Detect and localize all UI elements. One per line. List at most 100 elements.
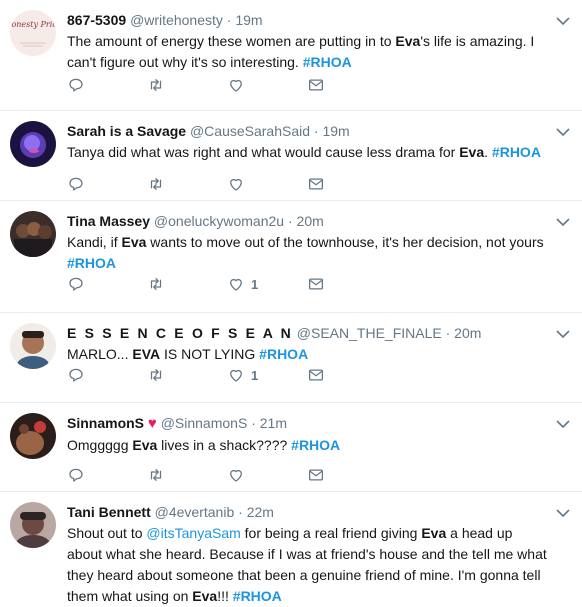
separator: ·: [238, 504, 243, 520]
like-button[interactable]: [227, 466, 307, 484]
display-name[interactable]: Tina Massey: [67, 213, 150, 229]
message-button[interactable]: [307, 175, 387, 193]
reply-icon: [69, 277, 83, 291]
envelope-icon: [308, 278, 324, 290]
tweet-actions: [67, 174, 387, 194]
message-button[interactable]: [307, 275, 387, 293]
handle[interactable]: @4evertanib: [155, 504, 235, 520]
tweet-header: Tani Bennett @4evertanib · 22m: [67, 502, 548, 522]
reply-button[interactable]: [67, 466, 147, 484]
display-name[interactable]: Tani Bennett: [67, 504, 151, 520]
retweet-button[interactable]: [147, 76, 227, 94]
retweet-icon: [150, 369, 162, 381]
handle[interactable]: @oneluckywoman2u: [154, 213, 284, 229]
handle[interactable]: @writehonesty: [130, 12, 223, 28]
tweet-header: Tina Massey @oneluckywoman2u · 20m: [67, 211, 548, 231]
message-button[interactable]: [307, 366, 387, 384]
avatar-image: [10, 502, 56, 548]
retweet-button[interactable]: [147, 175, 227, 193]
tweet-feed: Honesty Price 867-5309 @writehonesty · 1…: [0, 0, 582, 604]
like-count: 1: [251, 276, 259, 292]
reply-button[interactable]: [67, 175, 147, 193]
display-name[interactable]: E S S E N C E O F S E A N: [67, 325, 293, 341]
handle[interactable]: @CauseSarahSaid: [190, 123, 310, 139]
avatar[interactable]: [10, 211, 56, 257]
reply-icon: [69, 468, 83, 482]
chevron-down-icon[interactable]: [556, 508, 570, 518]
chevron-down-icon[interactable]: [556, 329, 570, 339]
tweet-header: E S S E N C E O F S E A N @SEAN_THE_FINA…: [67, 323, 548, 343]
tweet[interactable]: Honesty Price 867-5309 @writehonesty · 1…: [0, 0, 582, 111]
like-button[interactable]: 1: [227, 275, 307, 293]
heart-icon: [230, 369, 242, 382]
tweet-text: Kandi, if Eva wants to move out of the t…: [67, 234, 544, 271]
tweet[interactable]: E S S E N C E O F S E A N @SEAN_THE_FINA…: [0, 313, 582, 403]
tweet[interactable]: Tani Bennett @4evertanib · 22m Shout out…: [0, 492, 582, 604]
chevron-down-icon[interactable]: [556, 419, 570, 429]
retweet-icon: [150, 79, 162, 91]
timestamp[interactable]: 19m: [322, 123, 349, 139]
tweet-actions: 1: [67, 365, 387, 385]
retweet-button[interactable]: [147, 466, 227, 484]
timestamp[interactable]: 20m: [297, 213, 324, 229]
separator: ·: [226, 12, 232, 28]
envelope-icon: [308, 469, 324, 481]
chevron-down-icon[interactable]: [556, 127, 570, 137]
retweet-icon: [150, 469, 162, 481]
tweet-text: MARLO... EVA IS NOT LYING #RHOA: [67, 346, 309, 362]
tweet-text: Tanya did what was right and what would …: [67, 144, 541, 160]
handle[interactable]: @SinnamonS: [161, 415, 248, 431]
like-button[interactable]: [227, 76, 307, 94]
reply-button[interactable]: [67, 366, 147, 384]
avatar[interactable]: [10, 121, 56, 167]
tweet-actions: [67, 75, 387, 95]
retweet-button[interactable]: [147, 366, 227, 384]
avatar[interactable]: [10, 413, 56, 459]
heart-icon: [230, 469, 242, 482]
heart-icon: [230, 278, 242, 291]
retweet-button[interactable]: [147, 275, 227, 293]
display-name[interactable]: Sarah is a Savage: [67, 123, 186, 139]
like-button[interactable]: 1: [227, 366, 307, 384]
timestamp[interactable]: 20m: [454, 325, 481, 341]
display-name[interactable]: SinnamonS: [67, 415, 144, 431]
reply-icon: [69, 78, 83, 92]
tweet[interactable]: Tina Massey @oneluckywoman2u · 20m Kandi…: [0, 201, 582, 313]
message-button[interactable]: [307, 466, 387, 484]
retweet-icon: [150, 178, 162, 190]
tweet[interactable]: Sarah is a Savage @CauseSarahSaid · 19m …: [0, 111, 582, 201]
separator: ·: [251, 415, 256, 431]
display-name[interactable]: 867-5309: [67, 12, 126, 28]
retweet-icon: [150, 278, 162, 290]
heart-icon: [230, 178, 242, 191]
like-button[interactable]: [227, 175, 307, 193]
tweet-header: 867-5309 @writehonesty · 19m: [67, 10, 548, 30]
separator: ·: [313, 123, 319, 139]
envelope-icon: [308, 369, 324, 381]
avatar-image: [10, 121, 56, 167]
avatar-image: [10, 323, 56, 369]
timestamp[interactable]: 22m: [247, 504, 274, 520]
tweet-text: The amount of energy these women are put…: [67, 33, 535, 70]
reply-button[interactable]: [67, 275, 147, 293]
tweet-text: Shout out to @itsTanyaSam for being a re…: [67, 525, 547, 604]
avatar[interactable]: Honesty Price: [10, 10, 56, 56]
reply-icon: [69, 368, 83, 382]
avatar[interactable]: [10, 502, 56, 548]
tweet-text: Omggggg Eva lives in a shack???? #RHOA: [67, 437, 341, 453]
tweet[interactable]: SinnamonS ♥ @SinnamonS · 21m Omggggg Eva…: [0, 403, 582, 492]
handle[interactable]: @SEAN_THE_FINALE: [297, 325, 442, 341]
chevron-down-icon[interactable]: [556, 16, 570, 26]
avatar-image: Honesty Price: [10, 10, 56, 56]
envelope-icon: [308, 178, 324, 190]
reply-button[interactable]: [67, 76, 147, 94]
heart-icon: [230, 79, 242, 92]
avatar[interactable]: [10, 323, 56, 369]
chevron-down-icon[interactable]: [556, 217, 570, 227]
timestamp[interactable]: 19m: [235, 12, 262, 28]
message-button[interactable]: [307, 76, 387, 94]
tweet-header: SinnamonS ♥ @SinnamonS · 21m: [67, 413, 548, 434]
envelope-icon: [308, 79, 324, 91]
timestamp[interactable]: 21m: [260, 415, 287, 431]
tweet-actions: 1: [67, 274, 387, 294]
